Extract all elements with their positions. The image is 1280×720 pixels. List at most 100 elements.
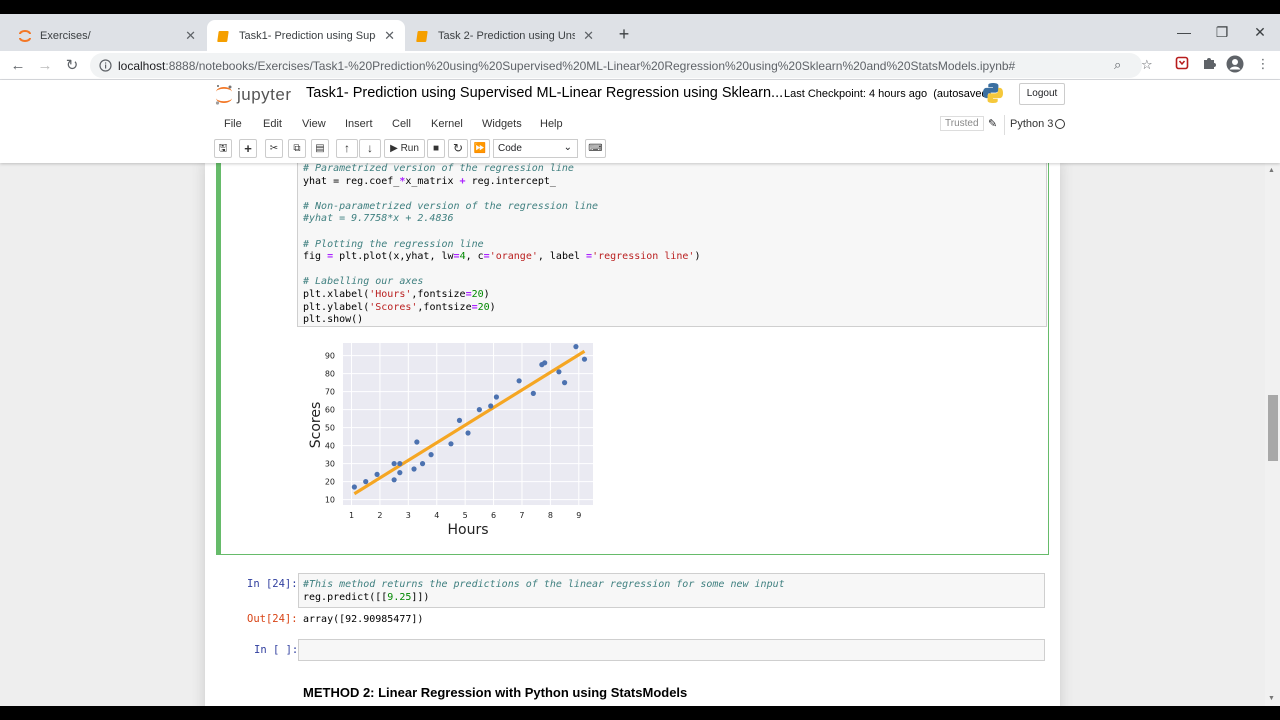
data-point bbox=[573, 344, 579, 350]
jupyter-logo[interactable]: jupyter bbox=[214, 83, 292, 107]
edit-pencil-icon[interactable]: ✎ bbox=[988, 117, 997, 130]
x-tick-label: 2 bbox=[377, 511, 382, 520]
command-palette-keyboard-icon[interactable]: ⌨ bbox=[585, 139, 606, 158]
minimize-icon[interactable]: — bbox=[1174, 24, 1194, 40]
insert-cell-plus-icon[interactable]: + bbox=[239, 139, 257, 158]
code-line: plt.ylabel('Scores',fontsize=20) bbox=[303, 301, 496, 313]
shield-extension-icon[interactable] bbox=[1173, 56, 1191, 74]
x-axis-label: Hours bbox=[447, 522, 488, 538]
code-line: #yhat = 9.7758*x + 2.4836 bbox=[303, 213, 454, 225]
menu-file[interactable]: File bbox=[224, 118, 242, 130]
trusted-badge[interactable]: Trusted bbox=[940, 116, 984, 131]
cut-scissors-icon[interactable]: ✂ bbox=[265, 139, 283, 158]
info-icon[interactable] bbox=[99, 59, 112, 72]
data-point bbox=[561, 380, 568, 386]
x-tick-label: 3 bbox=[406, 511, 411, 520]
restart-kernel-icon[interactable]: ↻ bbox=[448, 139, 468, 158]
save-icon[interactable]: 🖫 bbox=[214, 139, 232, 158]
notebook-icon bbox=[217, 30, 229, 42]
scrollbar-thumb[interactable] bbox=[1268, 395, 1278, 461]
menu-widgets[interactable]: Widgets bbox=[482, 118, 522, 130]
jupyter-favicon bbox=[19, 29, 31, 42]
tab-title: Task1- Prediction using Supervised bbox=[239, 29, 376, 42]
notebook-area: # Parametrized version of the regression… bbox=[0, 163, 1265, 706]
x-tick-label: 8 bbox=[548, 511, 553, 520]
restore-icon[interactable]: ❐ bbox=[1212, 24, 1232, 41]
menu-help[interactable]: Help bbox=[540, 118, 563, 130]
code-editor[interactable]: # Parametrized version of the regression… bbox=[297, 163, 1047, 327]
restart-run-all-icon[interactable]: ⏩ bbox=[470, 139, 490, 158]
regression-scatter-chart: 10 20 30 40 50 60 70 80 90 1 2 3 4 5 6 7 8 9 Hours Score… bbox=[308, 343, 593, 538]
kernel-name[interactable]: Python 3 bbox=[1010, 118, 1053, 130]
menu-insert[interactable]: Insert bbox=[345, 118, 373, 130]
data-point bbox=[448, 441, 454, 447]
y-tick-label: 30 bbox=[325, 460, 335, 469]
data-point bbox=[391, 461, 397, 467]
page-scrollbar[interactable]: ▲ ▼ bbox=[1265, 163, 1280, 706]
copy-icon[interactable]: ⧉ bbox=[288, 139, 306, 158]
menu-kernel[interactable]: Kernel bbox=[431, 118, 463, 130]
bookmark-star-icon[interactable]: ☆ bbox=[1141, 57, 1153, 73]
code-line: # Labelling our axes bbox=[303, 276, 424, 288]
scroll-up-arrow-icon[interactable]: ▲ bbox=[1268, 167, 1275, 174]
tab-title: Exercises/ bbox=[40, 29, 91, 42]
selected-code-cell[interactable]: # Parametrized version of the regression… bbox=[216, 163, 1049, 555]
data-point bbox=[374, 471, 380, 477]
profile-avatar-icon[interactable] bbox=[1226, 55, 1244, 73]
code-line: yhat = reg.coef_*x_matrix + reg.intercep… bbox=[303, 175, 556, 187]
close-icon[interactable]: ✕ bbox=[384, 28, 395, 44]
play-icon: ▶ bbox=[390, 143, 398, 154]
menu-cell[interactable]: Cell bbox=[392, 118, 411, 130]
zoom-search-icon[interactable]: ⌕ bbox=[1114, 57, 1121, 73]
puzzle-extensions-icon[interactable] bbox=[1200, 56, 1218, 74]
reload-icon[interactable]: ↻ bbox=[62, 56, 82, 76]
window-close-icon[interactable]: ✕ bbox=[1250, 24, 1270, 41]
logout-button[interactable]: Logout bbox=[1019, 83, 1065, 105]
address-bar[interactable]: localhost:8888/notebooks/Exercises/Task1… bbox=[90, 53, 1153, 78]
x-tick-label: 6 bbox=[491, 511, 496, 520]
data-point bbox=[351, 484, 357, 490]
code-text: # Parametrized version of the regression… bbox=[303, 163, 700, 327]
menu-view[interactable]: View bbox=[302, 118, 326, 130]
code-line: reg.predict([[9.25]]) bbox=[303, 591, 430, 603]
empty-cell-editor[interactable] bbox=[298, 639, 1045, 661]
notebook-title[interactable]: Task1- Prediction using Supervised ML-Li… bbox=[306, 85, 783, 101]
cell-type-select[interactable]: Code ⌄ bbox=[493, 139, 578, 158]
close-icon[interactable]: ✕ bbox=[583, 28, 594, 44]
tab-task1[interactable]: Task1- Prediction using Supervised ✕ bbox=[207, 20, 405, 51]
forward-arrow-icon[interactable]: → bbox=[35, 56, 55, 76]
close-icon[interactable]: ✕ bbox=[185, 28, 196, 44]
data-point bbox=[428, 452, 434, 458]
code-line: # Parametrized version of the regression… bbox=[303, 163, 574, 174]
cell-24-editor[interactable]: #This method returns the predictions of … bbox=[298, 573, 1045, 608]
data-point bbox=[493, 394, 500, 400]
kebab-menu-icon[interactable]: ⋮ bbox=[1254, 56, 1272, 74]
scroll-down-arrow-icon[interactable]: ▼ bbox=[1268, 695, 1275, 702]
paste-icon[interactable]: ▤ bbox=[311, 139, 329, 158]
data-point bbox=[581, 356, 588, 362]
data-point bbox=[488, 403, 494, 409]
back-arrow-icon[interactable]: ← bbox=[8, 56, 28, 76]
new-tab-plus-icon[interactable]: + bbox=[614, 24, 634, 45]
tab-task2[interactable]: Task 2- Prediction using Unsuper ✕ bbox=[406, 20, 604, 51]
url-text: localhost:8888/notebooks/Exercises/Task1… bbox=[118, 59, 1015, 73]
tab-exercises[interactable]: Exercises/ ✕ bbox=[8, 20, 206, 51]
empty-cell-prompt: In [ ]: bbox=[254, 644, 299, 656]
move-up-arrow-icon[interactable]: ↑ bbox=[336, 139, 358, 158]
move-down-arrow-icon[interactable]: ↓ bbox=[359, 139, 381, 158]
code-line: #This method returns the predictions of … bbox=[303, 579, 785, 590]
code-line: # Plotting the regression line bbox=[303, 238, 484, 250]
data-point bbox=[363, 479, 369, 485]
data-point bbox=[391, 477, 397, 483]
notebook-page: # Parametrized version of the regression… bbox=[205, 163, 1060, 706]
data-point bbox=[516, 378, 522, 384]
interrupt-stop-icon[interactable]: ■ bbox=[427, 139, 445, 158]
checkpoint-label: Last Checkpoint: bbox=[784, 88, 866, 100]
x-tick-label: 4 bbox=[434, 511, 439, 520]
y-axis-label: Scores bbox=[308, 402, 324, 449]
run-button[interactable]: ▶ Run bbox=[384, 139, 425, 158]
x-tick-label: 7 bbox=[519, 511, 524, 520]
chevron-down-icon: ⌄ bbox=[563, 142, 572, 153]
x-tick-label: 9 bbox=[576, 511, 581, 520]
menu-edit[interactable]: Edit bbox=[263, 118, 282, 130]
